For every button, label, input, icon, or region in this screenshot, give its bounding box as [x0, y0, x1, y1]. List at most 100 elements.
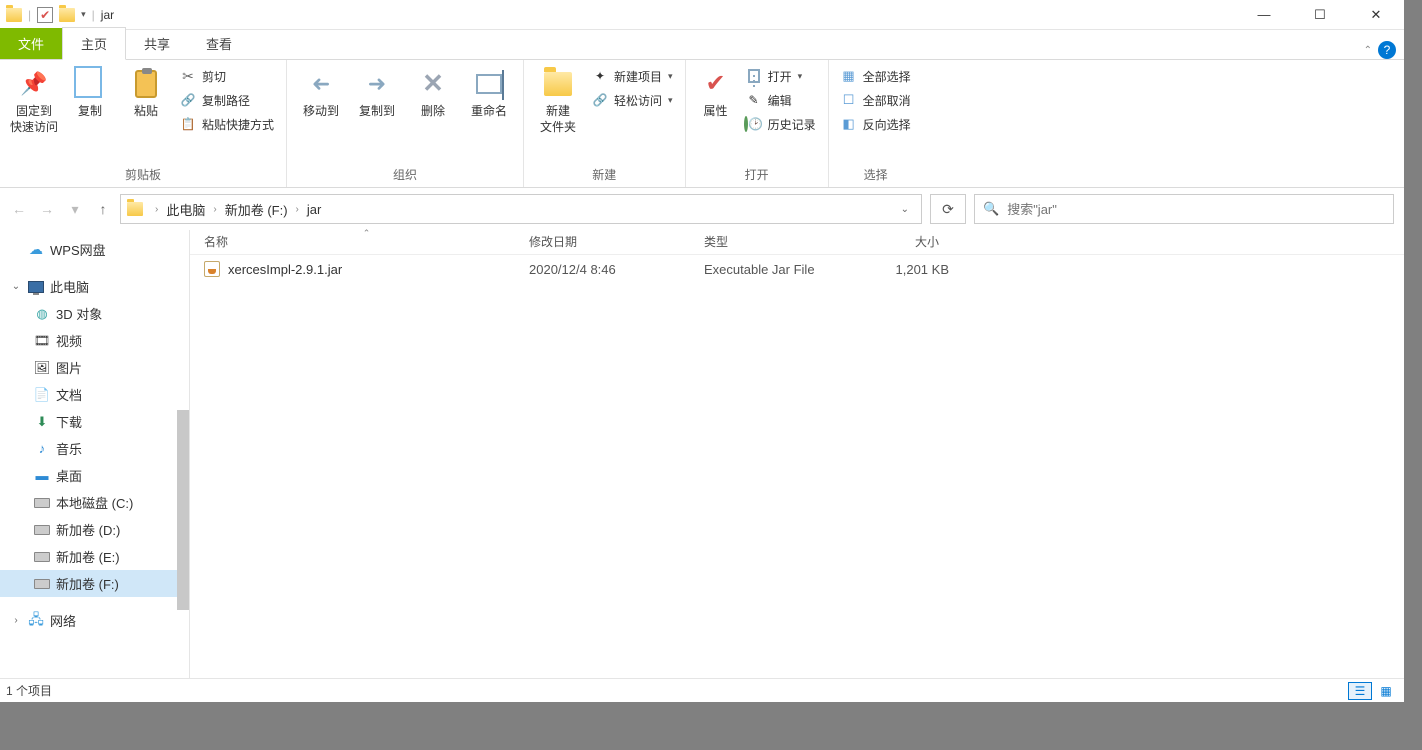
tab-file[interactable]: 文件: [0, 28, 62, 59]
disk-icon: [34, 576, 50, 592]
nav-drive-c[interactable]: 本地磁盘 (C:): [0, 489, 189, 516]
moveto-button[interactable]: ➜移动到: [295, 64, 347, 124]
column-headers: 名称 修改日期 类型 大小: [190, 229, 1404, 255]
col-type[interactable]: 类型: [704, 233, 859, 250]
delete-button[interactable]: ✕删除: [407, 64, 459, 124]
file-date: 2020/12/4 8:46: [529, 262, 704, 277]
titlebar-left: | ▾ | jar: [0, 7, 114, 23]
help-icon[interactable]: ?: [1378, 41, 1396, 59]
search-input[interactable]: [1007, 202, 1385, 217]
forward-button[interactable]: →: [38, 200, 56, 218]
properties-button[interactable]: ✔属性: [694, 64, 738, 124]
nav-drive-f[interactable]: 新加卷 (F:): [0, 570, 189, 597]
group-clipboard: 📌 固定到 快速访问 复制 粘贴 ✂剪切 🔗复制路径 📋粘贴快捷方式 剪贴板: [0, 60, 287, 187]
thumbnails-view-button[interactable]: ▦: [1374, 682, 1398, 700]
disk-icon: [34, 495, 50, 511]
chevron-down-icon[interactable]: ⌄: [10, 281, 22, 292]
chevron-right-icon[interactable]: ›: [292, 204, 303, 215]
pin-button[interactable]: 📌 固定到 快速访问: [8, 64, 60, 139]
qat-dropdown-icon[interactable]: ▾: [81, 9, 86, 20]
selectall-button[interactable]: ▦全部选择: [837, 64, 915, 88]
col-size[interactable]: 大小: [859, 233, 949, 250]
group-new: 新建 文件夹 ✦新建项目 ▾ 🔗轻松访问 ▾ 新建: [524, 60, 686, 187]
invert-button[interactable]: ◧反向选择: [837, 112, 915, 136]
chevron-right-icon[interactable]: ›: [10, 615, 22, 626]
qat-properties-icon[interactable]: [37, 7, 53, 23]
nav-downloads[interactable]: ⬇下载: [0, 408, 189, 435]
edit-button[interactable]: ✎编辑: [742, 88, 820, 112]
up-button[interactable]: ↑: [94, 200, 112, 218]
easyaccess-button[interactable]: 🔗轻松访问 ▾: [588, 88, 677, 112]
selectnone-button[interactable]: ☐全部取消: [837, 88, 915, 112]
nav-drive-e[interactable]: 新加卷 (E:): [0, 543, 189, 570]
nav-pictures[interactable]: 🖼图片: [0, 354, 189, 381]
folder-icon: [6, 8, 22, 22]
nav-drive-d[interactable]: 新加卷 (D:): [0, 516, 189, 543]
address-dropdown-icon[interactable]: ⌄: [895, 204, 915, 215]
chevron-right-icon[interactable]: ›: [209, 204, 220, 215]
statusbar: 1 个项目 ☰ ▦: [0, 678, 1404, 702]
nav-music[interactable]: ♪音乐: [0, 435, 189, 462]
nav-documents[interactable]: 📄文档: [0, 381, 189, 408]
copy-button[interactable]: 复制: [64, 64, 116, 124]
copy-icon: [74, 68, 106, 100]
col-name[interactable]: 名称: [204, 233, 529, 250]
recent-button[interactable]: ▾: [66, 200, 84, 218]
copyto-button[interactable]: ➜复制到: [351, 64, 403, 124]
history-icon: 🕑: [746, 116, 762, 132]
copyto-icon: ➜: [361, 68, 393, 100]
titlebar: | ▾ | jar — ☐ ✕: [0, 0, 1404, 30]
download-icon: ⬇: [34, 414, 50, 430]
maximize-button[interactable]: ☐: [1292, 0, 1348, 30]
nav-videos[interactable]: 🎞视频: [0, 327, 189, 354]
newitem-button[interactable]: ✦新建项目 ▾: [588, 64, 677, 88]
selectnone-icon: ☐: [841, 92, 857, 108]
scissors-icon: ✂: [180, 68, 196, 84]
tab-view[interactable]: 查看: [188, 28, 250, 59]
copypath-button[interactable]: 🔗复制路径: [176, 88, 278, 112]
breadcrumb-drive[interactable]: 新加卷 (F:): [225, 200, 288, 219]
copypath-icon: 🔗: [180, 92, 196, 108]
rename-icon: [473, 68, 505, 100]
chevron-right-icon[interactable]: ›: [151, 204, 162, 215]
tab-home[interactable]: 主页: [62, 27, 126, 60]
back-button[interactable]: ←: [10, 200, 28, 218]
open-button[interactable]: 打开 ▾: [742, 64, 820, 88]
tab-share[interactable]: 共享: [126, 28, 188, 59]
newfolder-button[interactable]: 新建 文件夹: [532, 64, 584, 139]
cloud-icon: ☁: [28, 242, 44, 258]
refresh-button[interactable]: ⟳: [930, 194, 966, 224]
body: ☁WPS网盘 ⌄此电脑 ◍3D 对象 🎞视频 🖼图片 📄文档 ⬇下载 ♪音乐 ▬…: [0, 230, 1404, 702]
nav-pane[interactable]: ☁WPS网盘 ⌄此电脑 ◍3D 对象 🎞视频 🖼图片 📄文档 ⬇下载 ♪音乐 ▬…: [0, 230, 190, 702]
breadcrumb-thispc[interactable]: 此电脑: [166, 200, 205, 219]
history-button[interactable]: 🕑历史记录: [742, 112, 820, 136]
details-view-button[interactable]: ☰: [1348, 682, 1372, 700]
address-bar[interactable]: › 此电脑 › 新加卷 (F:) › jar ⌄: [120, 194, 922, 224]
cut-button[interactable]: ✂剪切: [176, 64, 278, 88]
nav-wps[interactable]: ☁WPS网盘: [0, 236, 189, 263]
file-size: 1,201 KB: [859, 262, 949, 277]
qat-newfolder-icon[interactable]: [59, 8, 75, 22]
music-icon: ♪: [34, 441, 50, 457]
rename-button[interactable]: 重命名: [463, 64, 515, 124]
minimize-button[interactable]: —: [1236, 0, 1292, 30]
nav-network[interactable]: ›🖧网络: [0, 607, 189, 634]
file-row[interactable]: xercesImpl-2.9.1.jar 2020/12/4 8:46 Exec…: [190, 255, 1404, 283]
nav-3d[interactable]: ◍3D 对象: [0, 300, 189, 327]
close-button[interactable]: ✕: [1348, 0, 1404, 30]
col-date[interactable]: 修改日期: [529, 233, 704, 250]
nav-thispc[interactable]: ⌄此电脑: [0, 273, 189, 300]
breadcrumb-folder[interactable]: jar: [307, 202, 321, 217]
explorer-window: | ▾ | jar — ☐ ✕ 文件 主页 共享 查看 ⌃ ? 📌 固: [0, 0, 1404, 702]
paste-icon: [130, 68, 162, 100]
folder-icon: [127, 202, 143, 216]
edit-icon: ✎: [746, 92, 762, 108]
search-box[interactable]: 🔍: [974, 194, 1394, 224]
status-text: 1 个项目: [6, 682, 52, 699]
group-select: ▦全部选择 ☐全部取消 ◧反向选择 选择: [829, 60, 923, 187]
nav-desktop[interactable]: ▬桌面: [0, 462, 189, 489]
pasteshortcut-button[interactable]: 📋粘贴快捷方式: [176, 112, 278, 136]
paste-button[interactable]: 粘贴: [120, 64, 172, 124]
search-icon: 🔍: [983, 201, 999, 217]
collapse-ribbon-icon[interactable]: ⌃: [1364, 45, 1372, 56]
